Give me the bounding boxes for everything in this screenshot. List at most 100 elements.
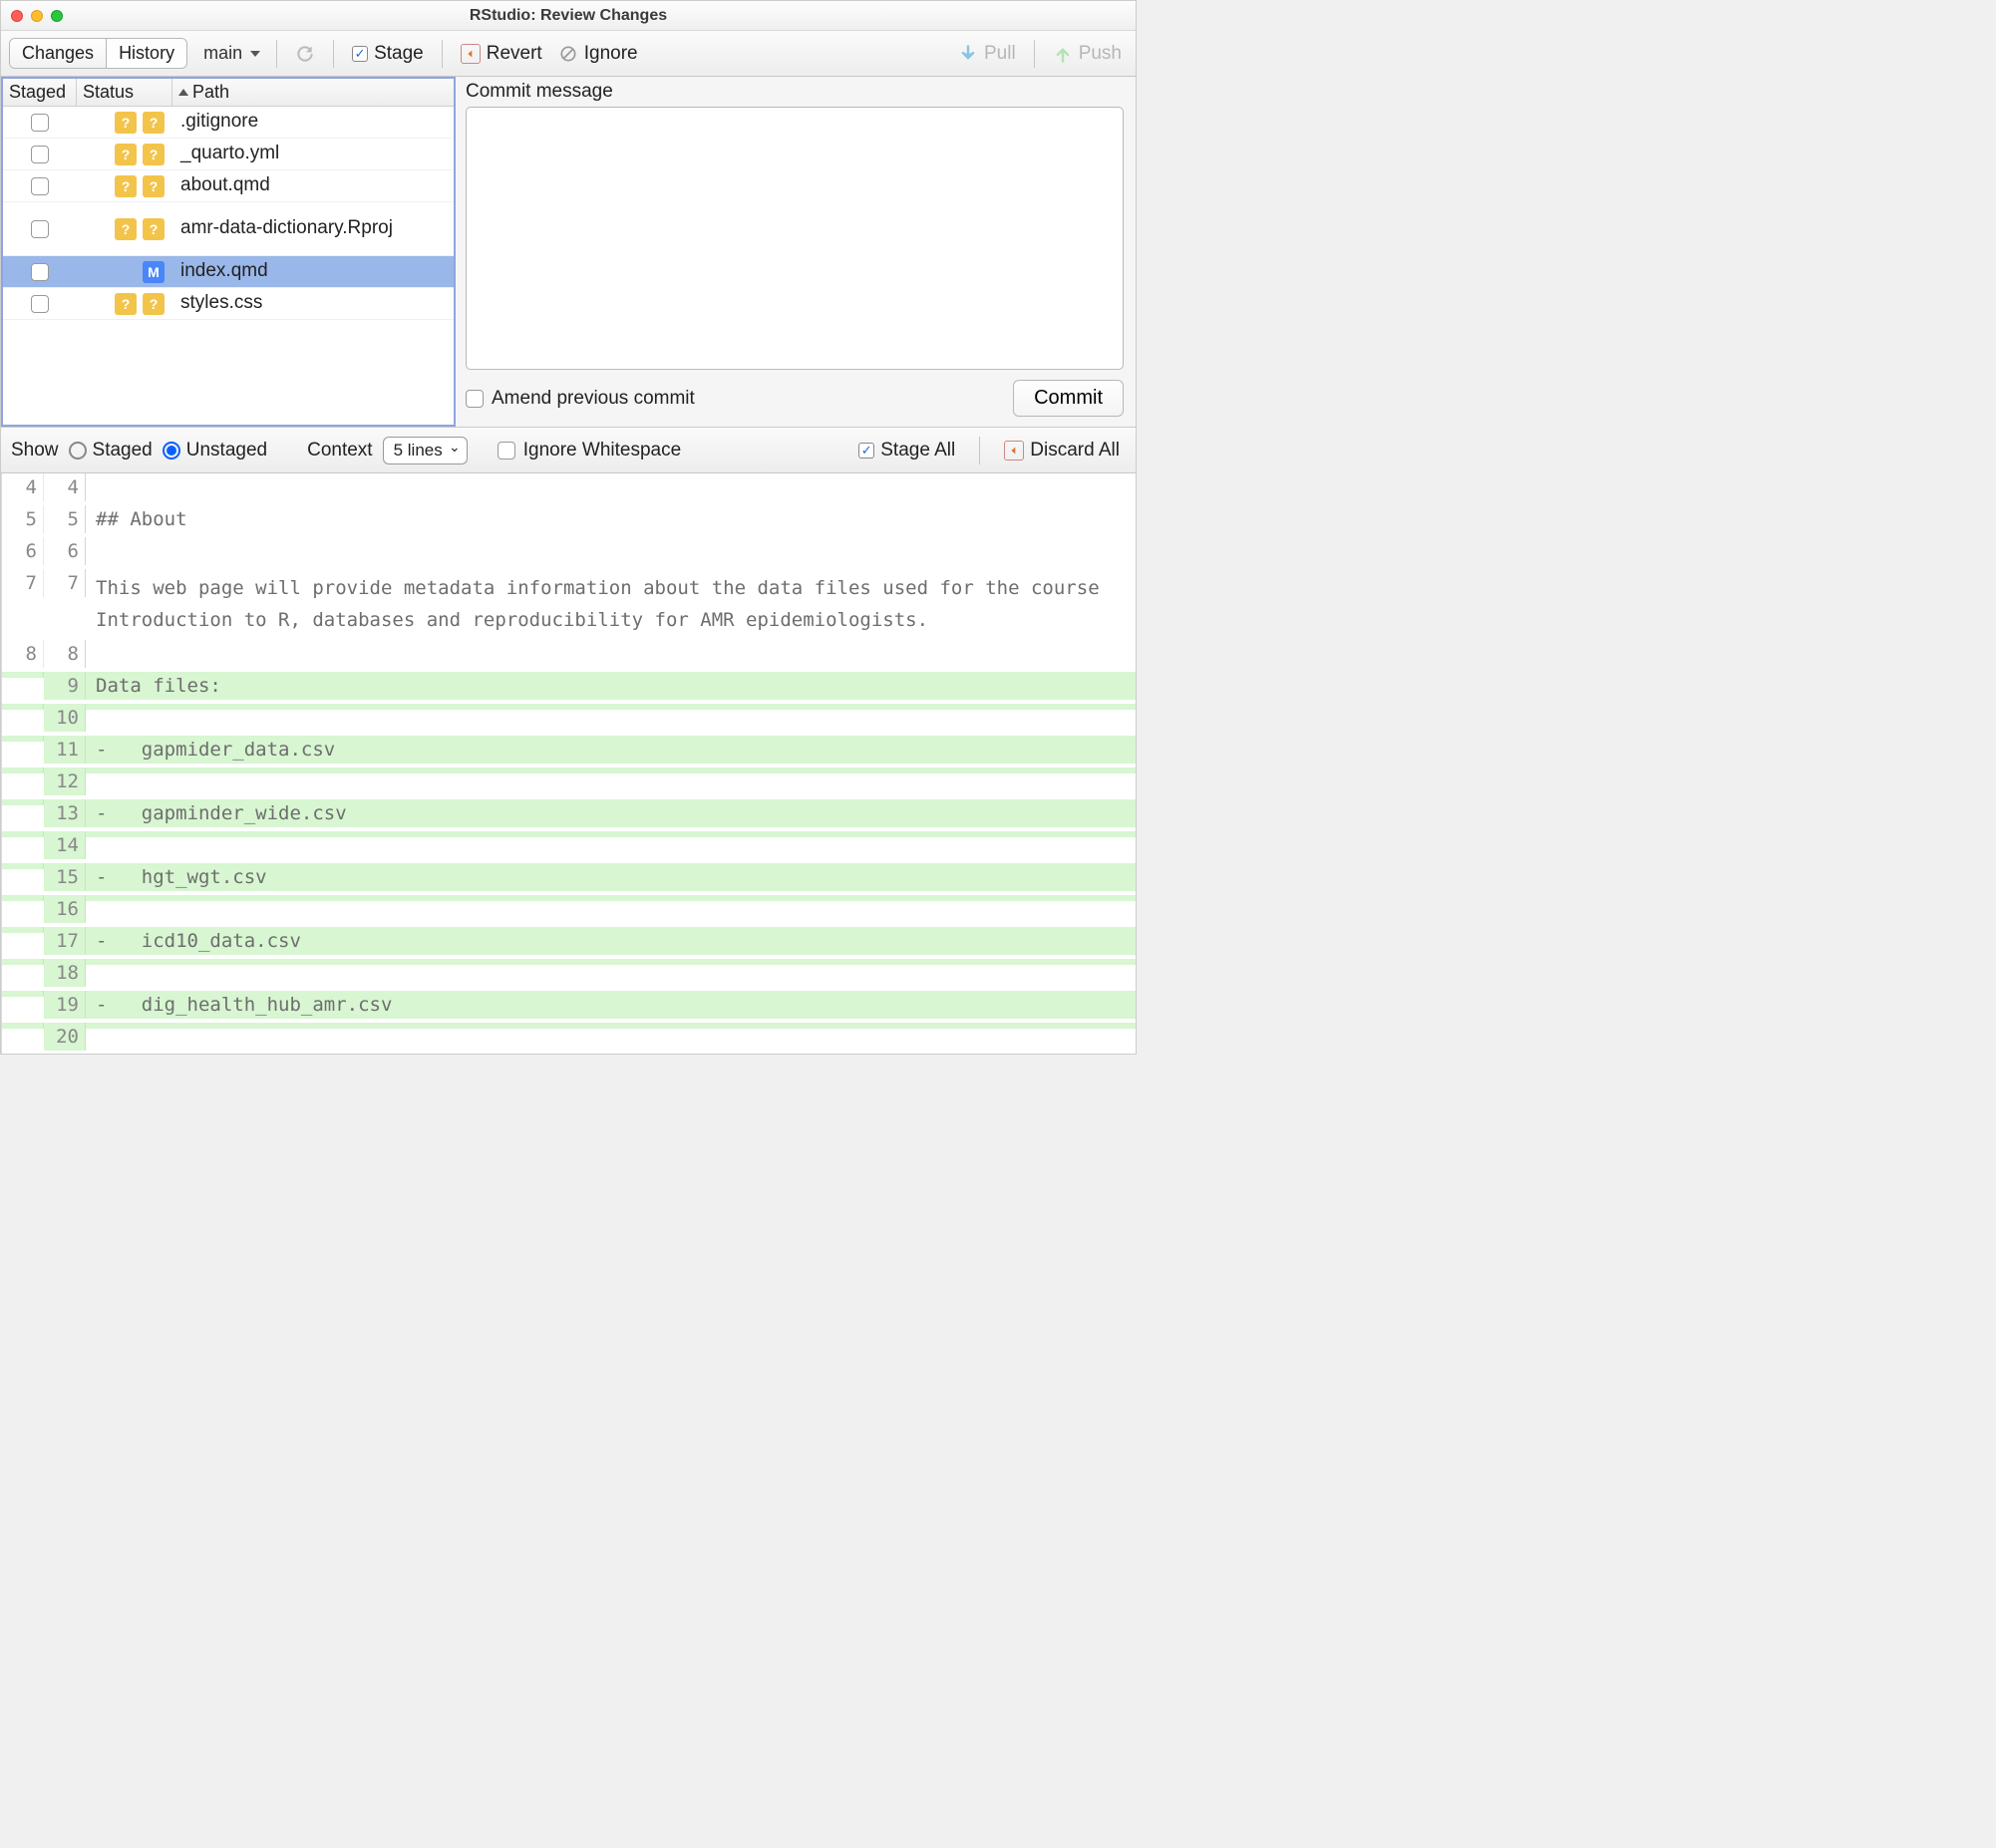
- diff-line[interactable]: 12: [2, 768, 1136, 799]
- new-line-number: 20: [44, 1023, 86, 1051]
- stage-checkbox[interactable]: [31, 114, 49, 132]
- staged-cell: [3, 146, 77, 163]
- ignore-icon: [558, 44, 578, 64]
- diff-line[interactable]: 14: [2, 831, 1136, 863]
- stage-checkbox[interactable]: [31, 146, 49, 163]
- titlebar: RStudio: Review Changes: [1, 1, 1136, 31]
- diff-line[interactable]: 19- dig_health_hub_amr.csv: [2, 991, 1136, 1023]
- refresh-icon: [295, 44, 315, 64]
- tab-changes[interactable]: Changes: [10, 39, 107, 68]
- commit-msg-input[interactable]: [466, 107, 1124, 370]
- diff-line[interactable]: 15- hgt_wgt.csv: [2, 863, 1136, 895]
- push-button[interactable]: Push: [1047, 40, 1128, 68]
- file-header: Staged Status Path: [3, 79, 454, 107]
- unknown-icon: ?: [143, 144, 165, 165]
- branch-picker[interactable]: main: [199, 43, 264, 64]
- file-pane: Staged Status Path ??.gitignore??_quarto…: [1, 77, 456, 427]
- chevron-down-icon: [250, 51, 260, 57]
- old-line-number: [2, 895, 44, 901]
- amend-label: Amend previous commit: [492, 388, 695, 410]
- context-select[interactable]: 5 lines: [383, 437, 468, 464]
- diff-code: This web page will provide metadata info…: [86, 569, 1136, 640]
- pull-label: Pull: [984, 43, 1016, 65]
- file-list[interactable]: ??.gitignore??_quarto.yml??about.qmd??am…: [3, 107, 454, 320]
- new-line-number: 4: [44, 473, 86, 501]
- separator: [276, 40, 277, 68]
- diff-line[interactable]: 11- gapmider_data.csv: [2, 736, 1136, 768]
- old-line-number: 8: [2, 640, 44, 668]
- tab-history[interactable]: History: [107, 39, 186, 68]
- diff-code: [86, 831, 1136, 837]
- file-row[interactable]: ??about.qmd: [3, 170, 454, 202]
- diff-line[interactable]: 16: [2, 895, 1136, 927]
- col-path-label: Path: [192, 82, 229, 103]
- new-line-number: 11: [44, 736, 86, 764]
- revert-icon: [1004, 441, 1024, 461]
- diff-line[interactable]: 18: [2, 959, 1136, 991]
- file-row[interactable]: ?? _quarto.yml: [3, 139, 454, 170]
- ignore-button[interactable]: Ignore: [552, 40, 644, 68]
- discard-all-label: Discard All: [1030, 440, 1120, 462]
- new-line-number: 8: [44, 640, 86, 668]
- file-row[interactable]: Mindex.qmd: [3, 256, 454, 288]
- refresh-button[interactable]: [289, 41, 321, 67]
- staged-cell: [3, 295, 77, 313]
- show-staged-radio[interactable]: Staged: [69, 440, 153, 462]
- commit-button[interactable]: Commit: [1013, 380, 1124, 417]
- diff-line[interactable]: 88: [2, 640, 1136, 672]
- path-cell: _quarto.yml: [172, 143, 454, 165]
- diff-line[interactable]: 17- icd10_data.csv: [2, 927, 1136, 959]
- diff-line[interactable]: 66: [2, 537, 1136, 569]
- stage-all-button[interactable]: ✓ Stage All: [852, 437, 961, 464]
- stage-button[interactable]: ✓ Stage: [346, 40, 430, 68]
- unknown-icon: ?: [143, 218, 165, 240]
- file-row[interactable]: ??styles.css: [3, 288, 454, 320]
- discard-all-button[interactable]: Discard All: [998, 437, 1126, 464]
- diff-line[interactable]: 10: [2, 704, 1136, 736]
- unknown-icon: ?: [115, 144, 137, 165]
- status-cell: ??: [77, 175, 172, 197]
- ignore-whitespace-checkbox[interactable]: Ignore Whitespace: [498, 440, 681, 462]
- new-line-number: 17: [44, 927, 86, 955]
- diff-line[interactable]: 44: [2, 473, 1136, 505]
- old-line-number: 4: [2, 473, 44, 501]
- stage-checkbox[interactable]: [31, 295, 49, 313]
- new-line-number: 16: [44, 895, 86, 923]
- file-row[interactable]: ??amr-data-dictionary.Rproj: [3, 202, 454, 256]
- old-line-number: 7: [2, 569, 44, 597]
- revert-button[interactable]: Revert: [455, 40, 548, 68]
- show-unstaged-radio[interactable]: Unstaged: [163, 440, 267, 462]
- diff-view[interactable]: 4455## About6677This web page will provi…: [1, 473, 1136, 1054]
- status-cell: ??: [77, 293, 172, 315]
- old-line-number: [2, 959, 44, 965]
- diff-line[interactable]: 20: [2, 1023, 1136, 1054]
- diff-line[interactable]: 77This web page will provide metadata in…: [2, 569, 1136, 640]
- stage-checkbox[interactable]: [31, 177, 49, 195]
- stage-checkbox[interactable]: [31, 220, 49, 238]
- new-line-number: 7: [44, 569, 86, 597]
- col-status[interactable]: Status: [77, 79, 172, 106]
- revert-label: Revert: [487, 43, 542, 65]
- col-path[interactable]: Path: [172, 79, 454, 106]
- pull-button[interactable]: Pull: [952, 40, 1022, 68]
- window-title: RStudio: Review Changes: [1, 7, 1136, 25]
- col-staged[interactable]: Staged: [3, 79, 77, 106]
- diff-line[interactable]: 9Data files:: [2, 672, 1136, 704]
- check-icon: ✓: [858, 443, 874, 459]
- diff-line[interactable]: 13- gapminder_wide.csv: [2, 799, 1136, 831]
- new-line-number: 10: [44, 704, 86, 732]
- separator: [442, 40, 443, 68]
- view-segment: Changes History: [9, 38, 187, 69]
- diff-code: - hgt_wgt.csv: [86, 863, 1136, 891]
- branch-label: main: [203, 43, 242, 64]
- amend-checkbox[interactable]: Amend previous commit: [466, 388, 695, 410]
- unknown-icon: ?: [115, 293, 137, 315]
- file-row[interactable]: ??.gitignore: [3, 107, 454, 139]
- new-line-number: 5: [44, 505, 86, 533]
- modified-icon: M: [143, 261, 165, 283]
- diff-line[interactable]: 55## About: [2, 505, 1136, 537]
- separator: [333, 40, 334, 68]
- old-line-number: [2, 863, 44, 869]
- check-icon: ✓: [352, 46, 368, 62]
- stage-checkbox[interactable]: [31, 263, 49, 281]
